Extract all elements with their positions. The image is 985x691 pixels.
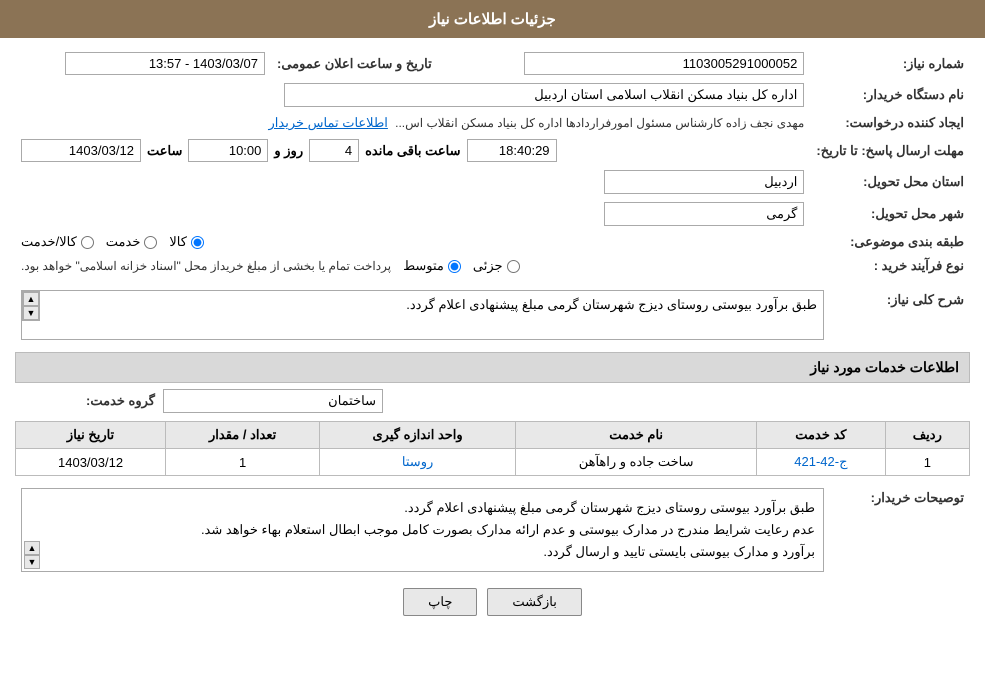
tawzih-scroll-down[interactable]: ▼ [24, 555, 40, 569]
col-radif: ردیف [885, 422, 969, 449]
col-name: نام خدمت [516, 422, 757, 449]
col-code: کد خدمت [757, 422, 885, 449]
shomara-niaz-label: شماره نیاز: [810, 48, 970, 79]
tarikh-ilan-value: 1403/03/07 - 13:57 [65, 52, 265, 75]
shahr-label: شهر محل تحویل: [810, 198, 970, 230]
mohlat-remaining-label: ساعت باقی مانده [365, 143, 460, 159]
scroll-arrows[interactable]: ▲ ▼ [22, 291, 40, 321]
radio-kala-khadamat[interactable]: کالا/خدمت [21, 234, 94, 250]
sharh-label: شرح کلی نیاز: [830, 286, 970, 344]
tawzih-value: طبق برآورد بیوستی روستای دیزج شهرستان گر… [30, 497, 815, 563]
sharh-value: طبق برآورد بیوستی روستای دیزج شهرستان گر… [21, 290, 824, 340]
ostan-value: اردبیل [604, 170, 804, 194]
ostan-label: استان محل تحویل: [810, 166, 970, 198]
cell-name: ساخت جاده و راهآهن [516, 449, 757, 476]
cell-unit: روستا [320, 449, 516, 476]
col-count: تعداد / مقدار [166, 422, 320, 449]
col-date: تاریخ نیاز [16, 422, 166, 449]
mohlat-saat-label: ساعت [147, 143, 182, 159]
ijad-konande-label: ایجاد کننده درخواست: [810, 111, 970, 135]
scroll-down-arrow[interactable]: ▼ [23, 306, 39, 320]
tabaqabandi-label: طبقه بندی موضوعی: [810, 230, 970, 254]
shomara-niaz-value: 1103005291000052 [524, 52, 804, 75]
services-table: ردیف کد خدمت نام خدمت واحد اندازه گیری ت… [15, 421, 970, 476]
gorohe-khadamat-value: ساختمان [163, 389, 383, 413]
mohlat-saat-value: 10:00 [188, 139, 268, 162]
gorohe-khadamat-label: گروه خدمت: [15, 393, 155, 409]
mohlat-remaining-value: 18:40:29 [467, 139, 557, 162]
radio-khadamat[interactable]: خدمت [106, 234, 158, 250]
contact-link[interactable]: اطلاعات تماس خریدار [269, 115, 388, 130]
tarikh-ilan-label: تاریخ و ساعت اعلان عمومی: [271, 48, 438, 79]
table-row: 1ج-42-421ساخت جاده و راهآهنروستا11403/03… [16, 449, 970, 476]
scroll-up-arrow[interactable]: ▲ [23, 292, 39, 306]
noe-farayand-note: پرداخت تمام یا بخشی از مبلغ خریداز محل "… [21, 259, 391, 273]
radio-motavasset[interactable]: متوسط [403, 258, 461, 274]
cell-count: 1 [166, 449, 320, 476]
page-title: جزئیات اطلاعات نیاز [0, 0, 985, 38]
mohlat-date: 1403/03/12 [21, 139, 141, 162]
ijad-konande-value: مهدی نجف زاده کارشناس مسئول امورفرارداده… [395, 116, 804, 130]
nam-dastgah-label: نام دستگاه خریدار: [810, 79, 970, 111]
cell-code: ج-42-421 [757, 449, 885, 476]
buttons-row: بازگشت چاپ [15, 588, 970, 616]
print-button[interactable]: چاپ [403, 588, 477, 616]
nam-dastgah-value: اداره کل بنیاد مسکن انقلاب اسلامی استان … [284, 83, 804, 107]
col-unit: واحد اندازه گیری [320, 422, 516, 449]
tawzih-scroll-arrows[interactable]: ▲ ▼ [24, 541, 40, 569]
cell-radif: 1 [885, 449, 969, 476]
shahr-value: گرمی [604, 202, 804, 226]
radio-kala[interactable]: کالا [169, 234, 204, 250]
noe-farayand-label: نوع فرآیند خرید : [810, 254, 970, 278]
cell-date: 1403/03/12 [16, 449, 166, 476]
tawzih-label: توصیحات خریدار: [830, 484, 970, 576]
back-button[interactable]: بازگشت [487, 588, 581, 616]
mohlat-label: مهلت ارسال پاسخ: تا تاریخ: [810, 135, 970, 166]
tawzih-scroll-up[interactable]: ▲ [24, 541, 40, 555]
radio-jozii[interactable]: جزئی [473, 258, 520, 274]
khadamat-header: اطلاعات خدمات مورد نیاز [15, 352, 970, 383]
mohlat-roz-value: 4 [309, 139, 359, 162]
mohlat-roz-label: روز و [274, 143, 303, 159]
tawzih-box: طبق برآورد بیوستی روستای دیزج شهرستان گر… [21, 488, 824, 572]
